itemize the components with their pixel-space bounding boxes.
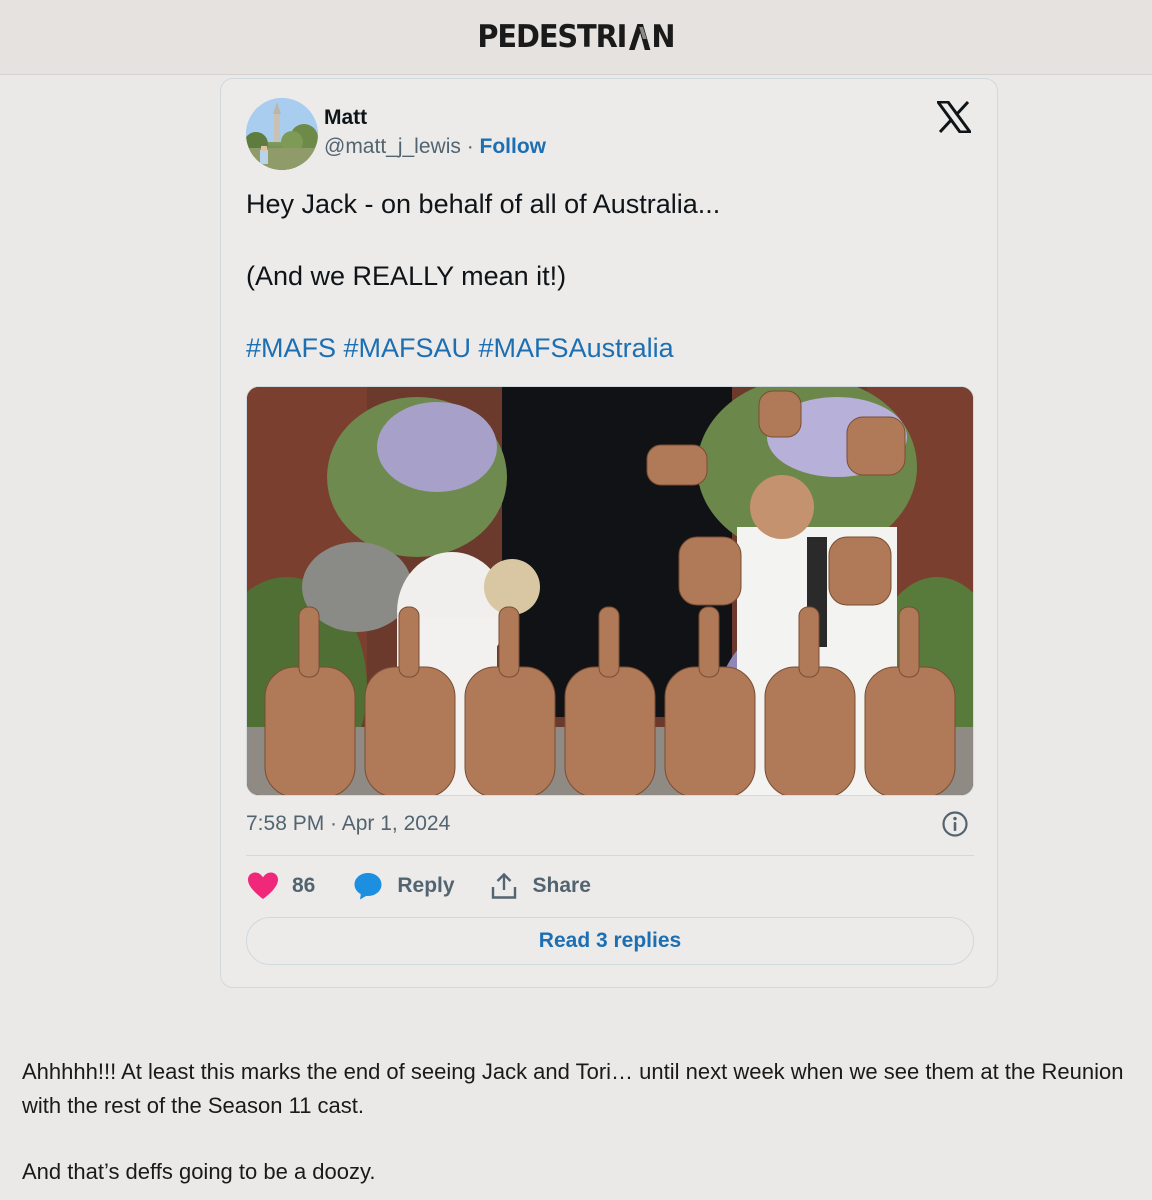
reply-label: Reply: [397, 874, 455, 897]
like-count: 86: [292, 874, 316, 897]
read-replies-button[interactable]: Read 3 replies: [246, 917, 974, 965]
article-paragraph-1: Ahhhhh!!! At least this marks the end of…: [22, 1059, 1124, 1118]
handle-separator: ·: [460, 135, 480, 158]
reply-bubble-icon: [353, 871, 383, 901]
tweet-actions: 86 Reply Share: [246, 869, 591, 903]
tweet-author-handle[interactable]: @matt_j_lewis: [324, 135, 461, 158]
site-header: PEDESTRI N: [0, 0, 1152, 75]
share-icon: [491, 872, 517, 900]
tweet-author-handle-row: @matt_j_lewis · Follow: [324, 135, 546, 159]
article-paragraph-2: And that’s deffs going to be a doozy.: [22, 1159, 376, 1184]
site-logo[interactable]: PEDESTRI N: [477, 19, 675, 55]
tweet-author-name[interactable]: Matt: [324, 106, 367, 130]
site-logo-text: PEDESTRI: [477, 19, 627, 55]
embedded-tweet: Matt @matt_j_lewis · Follow Hey Jack - o…: [220, 78, 998, 988]
site-logo-suffix: N: [651, 19, 675, 55]
follow-button[interactable]: Follow: [480, 135, 547, 158]
like-button[interactable]: 86: [246, 871, 315, 901]
share-label: Share: [532, 874, 591, 897]
x-logo-icon[interactable]: [935, 100, 973, 134]
heart-icon: [246, 871, 280, 901]
tweet-text-line-2: (And we REALLY mean it!): [246, 261, 567, 291]
tweet-timestamp[interactable]: 7:58 PM · Apr 1, 2024: [246, 812, 450, 836]
info-icon[interactable]: [941, 810, 969, 838]
tweet-text-line-1: Hey Jack - on behalf of all of Australia…: [246, 189, 721, 219]
reply-button[interactable]: Reply: [353, 871, 455, 901]
tweet-media-image[interactable]: [246, 386, 974, 796]
tweet-hashtags[interactable]: #MAFS #MAFSAU #MAFSAustralia: [246, 333, 674, 364]
share-button[interactable]: Share: [491, 872, 591, 900]
read-replies-label: Read 3 replies: [538, 929, 682, 952]
avatar[interactable]: [246, 98, 318, 170]
logo-walker-icon: [627, 23, 651, 51]
tweet-divider: [246, 855, 974, 856]
